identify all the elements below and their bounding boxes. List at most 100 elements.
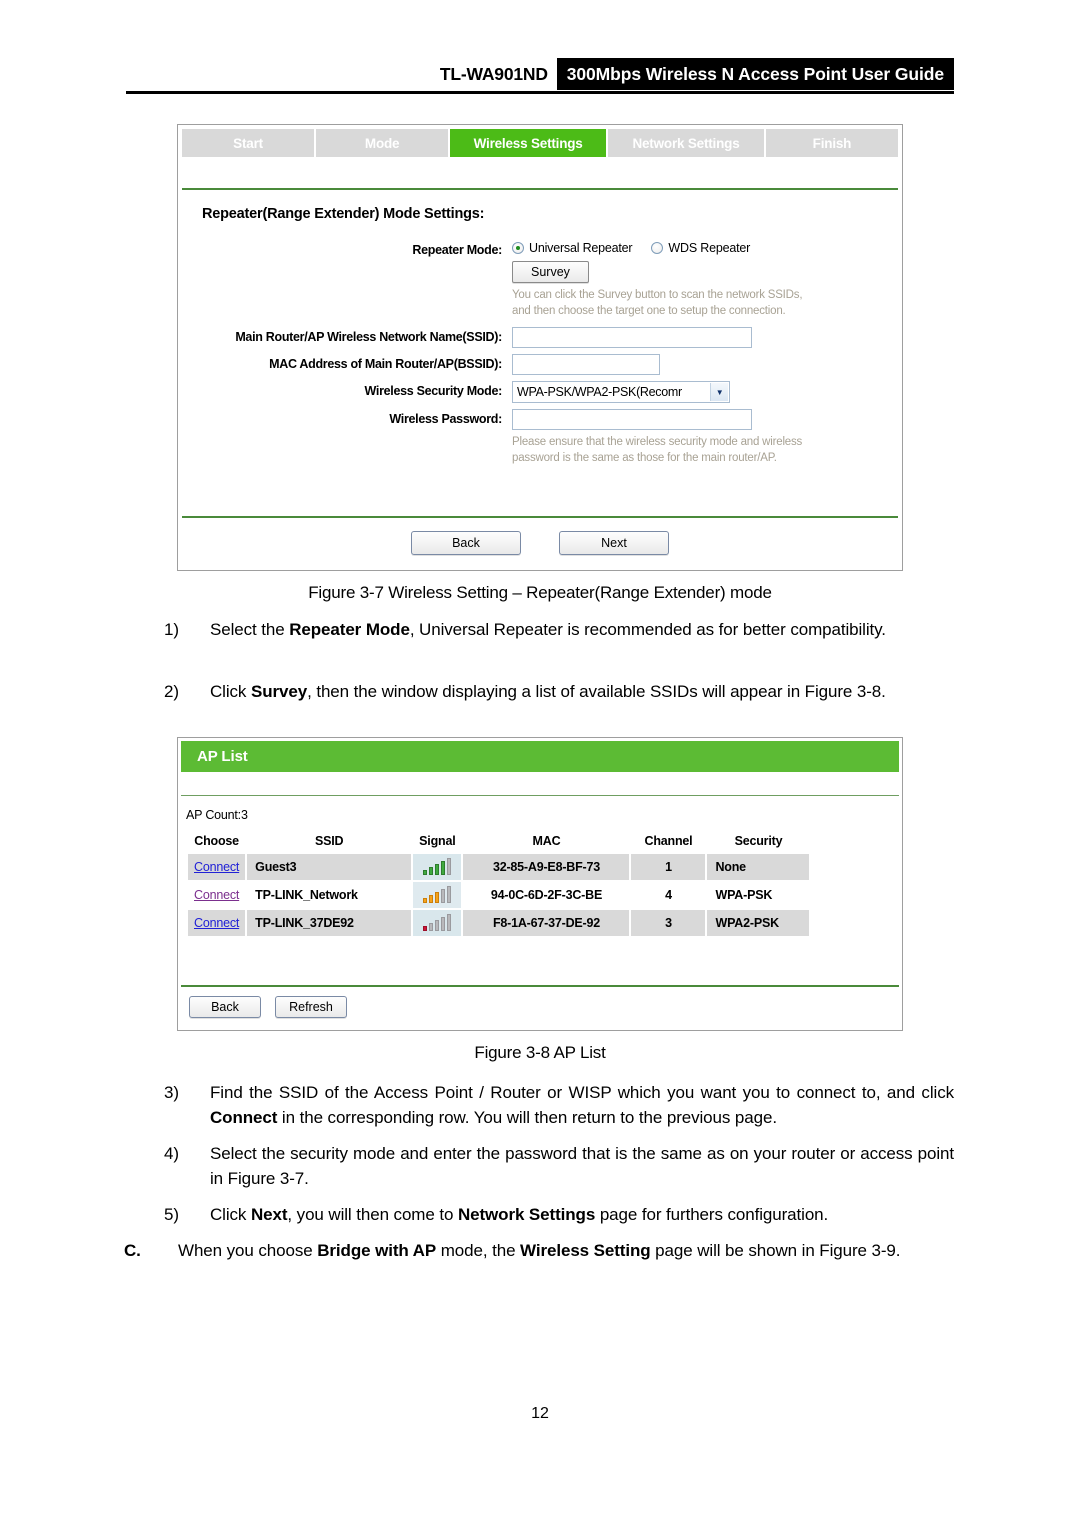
cell-signal [413, 910, 462, 936]
connect-link[interactable]: Connect [194, 860, 239, 874]
cell-mac: 94-0C-6D-2F-3C-BE [463, 882, 630, 908]
page-running-header: TL-WA901ND 300Mbps Wireless N Access Poi… [126, 58, 954, 98]
security-mode-selected-value: WPA-PSK/WPA2-PSK(Recomr [517, 385, 682, 399]
ap-list-back-button[interactable]: Back [189, 996, 261, 1018]
figure-3-7-caption: Figure 3-7 Wireless Setting – Repeater(R… [308, 583, 772, 602]
form-row-password: Wireless Password: Please ensure that th… [182, 409, 898, 466]
list-item-c-text-a: When you choose [178, 1241, 318, 1260]
connect-link[interactable]: Connect [194, 916, 239, 930]
signal-strength-icon [423, 913, 452, 933]
form-row-bssid: MAC Address of Main Router/AP(BSSID): [182, 354, 898, 375]
list-item-5: 5) Click Next, you will then come to Net… [164, 1202, 954, 1227]
cell-signal [413, 854, 462, 880]
list-item-5-text-c: page for furthers configuration. [595, 1205, 829, 1224]
form-row-repeater-mode: Repeater Mode: Universal Repeater WDS Re… [182, 240, 898, 319]
wizard-step-wireless-settings[interactable]: Wireless Settings [450, 129, 609, 157]
cell-choose[interactable]: Connect [188, 910, 246, 936]
survey-hint-text: You can click the Survey button to scan … [512, 289, 803, 317]
wireless-password-label: Wireless Password: [389, 412, 502, 426]
cell-choose[interactable]: Connect [188, 854, 246, 880]
radio-universal-repeater-label[interactable]: Universal Repeater [529, 241, 633, 255]
list-item-1-marker: 1) [164, 620, 179, 639]
wizard-step-finish[interactable]: Finish [765, 129, 898, 157]
list-item-4-marker: 4) [164, 1144, 179, 1163]
back-button[interactable]: Back [411, 531, 521, 555]
page-number: 12 [531, 1405, 549, 1422]
figure-3-7-wireless-setting-repeater: Start Mode Wireless Settings Network Set… [177, 124, 903, 571]
repeater-settings-form: Repeater Mode: Universal Repeater WDS Re… [182, 240, 898, 466]
cell-security: None [707, 854, 810, 880]
list-item-5-text-b: , you will then come to [287, 1205, 458, 1224]
ap-count-row: AP Count:3 [178, 796, 902, 822]
list-item-1-bold-a: Repeater Mode [289, 620, 410, 639]
wizard-panel-body: Repeater(Range Extender) Mode Settings: … [178, 206, 902, 546]
security-mode-select[interactable]: WPA-PSK/WPA2-PSK(Recomr ▼ [512, 381, 730, 403]
next-button[interactable]: Next [559, 531, 669, 555]
header-model-name: TL-WA901ND [439, 63, 548, 84]
table-row: Connect TP-LINK_37DE92 F8-1A-67-37-DE-92… [188, 910, 810, 936]
list-item-5-text: Click Next, you will then come to Networ… [210, 1202, 954, 1227]
cell-channel: 1 [631, 854, 706, 880]
connect-link[interactable]: Connect [194, 888, 239, 902]
list-item-3-text-a: Find the SSID of the Access Point / Rout… [210, 1083, 954, 1102]
cell-signal [413, 882, 462, 908]
ap-count-label: AP Count: [186, 808, 241, 822]
wizard-step-network-settings[interactable]: Network Settings [608, 129, 766, 157]
list-item-4: 4) Select the security mode and enter th… [164, 1141, 954, 1191]
repeater-mode-radio-group: Universal Repeater WDS Repeater [512, 240, 898, 255]
list-item-1: 1) Select the Repeater Mode, Universal R… [164, 617, 954, 642]
chevron-down-icon[interactable]: ▼ [710, 383, 728, 401]
list-item-3-text: Find the SSID of the Access Point / Rout… [210, 1080, 954, 1130]
cell-security: WPA2-PSK [707, 910, 810, 936]
list-item-2-text-a: Click [210, 682, 251, 701]
wizard-step-bar: Start Mode Wireless Settings Network Set… [182, 129, 898, 157]
column-header-choose: Choose [194, 834, 239, 848]
table-header-row: Choose SSID Signal MAC Channel Security [188, 834, 809, 852]
ssid-input[interactable] [512, 327, 752, 348]
list-item-1-text-a: Select the [210, 620, 290, 639]
security-mode-label: Wireless Security Mode: [364, 384, 503, 398]
ap-list-title-bar: AP List [181, 741, 899, 772]
cell-ssid: TP-LINK_Network [247, 882, 412, 908]
cell-ssid: TP-LINK_37DE92 [247, 910, 412, 936]
table-row: Connect Guest3 32-85-A9-E8-BF-73 1 None [188, 854, 810, 880]
radio-wds-repeater-label[interactable]: WDS Repeater [668, 241, 750, 255]
list-item-c-bold-b: Wireless Setting [520, 1241, 651, 1260]
ap-count-value: 3 [240, 808, 248, 822]
cell-mac: 32-85-A9-E8-BF-73 [463, 854, 630, 880]
ap-list-refresh-button[interactable]: Refresh [275, 996, 347, 1018]
wizard-footer-buttons: Back Next [182, 516, 898, 566]
cell-security: WPA-PSK [707, 882, 810, 908]
ap-list-table: Choose SSID Signal MAC Channel Security … [186, 832, 811, 938]
wireless-password-input[interactable] [512, 409, 752, 430]
header-divider-rule [126, 91, 954, 94]
list-item-3: 3) Find the SSID of the Access Point / R… [164, 1080, 954, 1130]
bssid-label: MAC Address of Main Router/AP(BSSID): [269, 357, 502, 371]
wizard-step-mode[interactable]: Mode [316, 129, 451, 157]
repeater-mode-label: Repeater Mode: [412, 243, 502, 257]
table-row: Connect TP-LINK_Network 94-0C-6D-2F-3C-B… [188, 882, 810, 908]
ap-list-footer-buttons: Back Refresh [181, 985, 899, 1027]
wizard-step-start[interactable]: Start [182, 129, 317, 157]
list-item-2-bold-a: Survey [250, 682, 308, 701]
list-item-5-marker: 5) [164, 1205, 179, 1224]
radio-wds-repeater-icon[interactable] [651, 242, 664, 254]
bssid-input[interactable] [512, 354, 660, 375]
figure-3-8-caption: Figure 3-8 AP List [474, 1043, 606, 1062]
survey-button[interactable]: Survey [512, 261, 589, 283]
form-row-security-mode: Wireless Security Mode: WPA-PSK/WPA2-PSK… [182, 381, 898, 403]
list-item-2-text: Click Survey, then the window displaying… [210, 679, 954, 704]
list-item-2-text-b: , then the window displaying a list of a… [307, 682, 886, 701]
cell-ssid: Guest3 [247, 854, 412, 880]
wizard-spacer-band [182, 160, 898, 190]
cell-choose[interactable]: Connect [188, 882, 246, 908]
signal-strength-icon [423, 885, 452, 905]
radio-universal-repeater-icon[interactable] [512, 242, 524, 254]
column-header-signal: Signal [419, 834, 456, 848]
column-header-ssid: SSID [314, 834, 344, 848]
list-item-4-text: Select the security mode and enter the p… [210, 1144, 954, 1188]
ssid-label: Main Router/AP Wireless Network Name(SSI… [235, 330, 502, 344]
list-item-c-text: When you choose Bridge with AP mode, the… [178, 1238, 954, 1263]
cell-channel: 3 [631, 910, 706, 936]
list-item-5-bold-b: Network Settings [457, 1205, 596, 1224]
